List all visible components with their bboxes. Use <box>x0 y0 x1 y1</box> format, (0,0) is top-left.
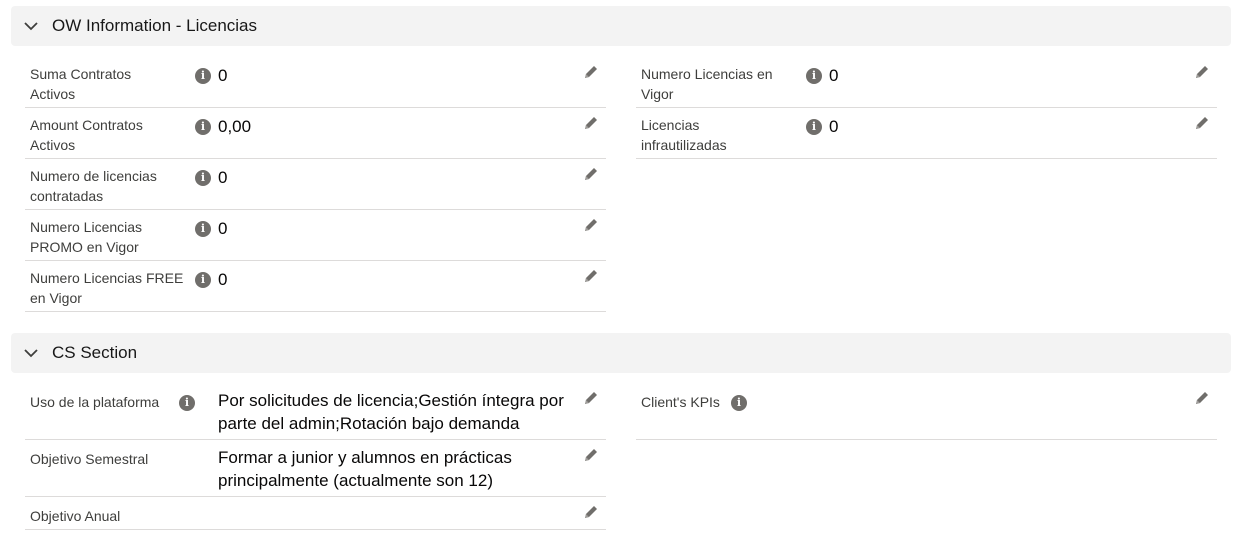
pencil-icon[interactable] <box>1193 114 1211 132</box>
info-icon[interactable]: i <box>195 221 211 237</box>
pencil-icon[interactable] <box>582 267 600 285</box>
pencil-icon[interactable] <box>582 446 600 464</box>
field-suma-contratos-activos: Suma Contratos Activos i 0 <box>25 57 606 108</box>
pencil-icon[interactable] <box>582 63 600 81</box>
field-label: Vigor <box>641 86 674 102</box>
section-header-cs-section[interactable]: CS Section <box>11 333 1231 373</box>
info-icon[interactable]: i <box>195 170 211 186</box>
field-label: Uso de la plataforma <box>30 394 160 410</box>
field-value: 0 <box>218 270 228 289</box>
field-label: infrautilizadas <box>641 137 727 153</box>
field-value: Formar a junior y alumnos en prácticas <box>218 448 512 467</box>
pencil-icon[interactable] <box>582 389 600 407</box>
chevron-down-icon[interactable] <box>23 18 39 34</box>
info-icon[interactable]: i <box>195 68 211 84</box>
field-label: Client's KPIs <box>641 394 720 410</box>
field-label: Amount Contratos <box>30 117 143 133</box>
field-numero-licencias-free: Numero Licencias FREE en Vigor i 0 <box>25 261 606 312</box>
chevron-down-icon[interactable] <box>23 345 39 361</box>
field-label: Numero Licencias <box>30 219 143 235</box>
field-label: Activos <box>30 86 76 102</box>
field-label: Numero Licencias FREE <box>30 270 184 286</box>
field-value: parte del admin;Rotación bajo demanda <box>218 414 520 433</box>
field-label: Activos <box>30 137 76 153</box>
field-clients-kpis: Client's KPIs i <box>636 382 1217 440</box>
field-numero-licencias-promo: Numero Licencias PROMO en Vigor i 0 <box>25 210 606 261</box>
field-label: Numero Licencias en <box>641 66 773 82</box>
info-icon[interactable]: i <box>806 68 822 84</box>
field-label: PROMO en Vigor <box>30 239 139 255</box>
pencil-icon[interactable] <box>582 165 600 183</box>
field-value: 0 <box>218 66 228 85</box>
field-amount-contratos-activos: Amount Contratos Activos i 0,00 <box>25 108 606 159</box>
info-icon[interactable]: i <box>179 395 195 411</box>
field-value: Por solicitudes de licencia;Gestión ínte… <box>218 391 564 410</box>
info-icon[interactable]: i <box>806 119 822 135</box>
info-icon[interactable]: i <box>195 119 211 135</box>
field-value: 0 <box>829 117 839 136</box>
section-header-ow-information[interactable]: OW Information - Licencias <box>11 6 1231 46</box>
section-title: CS Section <box>52 343 138 362</box>
field-label: Objetivo Semestral <box>30 451 149 467</box>
field-label: Suma Contratos <box>30 66 132 82</box>
field-value: 0 <box>218 219 228 238</box>
pencil-icon[interactable] <box>582 114 600 132</box>
field-objetivo-semestral: Objetivo Semestral Formar a junior y alu… <box>25 440 606 497</box>
field-uso-de-la-plataforma: Uso de la plataforma i Por solicitudes d… <box>25 382 606 440</box>
field-value: 0 <box>218 168 228 187</box>
info-icon[interactable]: i <box>731 395 747 411</box>
pencil-icon[interactable] <box>582 503 600 521</box>
field-label: Objetivo Anual <box>30 508 121 524</box>
pencil-icon[interactable] <box>1193 63 1211 81</box>
pencil-icon[interactable] <box>1193 389 1211 407</box>
section-title: OW Information - Licencias <box>52 16 258 35</box>
field-value: 0,00 <box>218 117 252 136</box>
field-label: contratadas <box>30 188 104 204</box>
field-licencias-infrautilizadas: Licencias infrautilizadas i 0 <box>636 108 1217 159</box>
field-label: en Vigor <box>30 290 82 306</box>
field-label: Licencias <box>641 117 700 133</box>
field-value: principalmente (actualmente son 12) <box>218 471 493 490</box>
info-icon[interactable]: i <box>195 272 211 288</box>
field-value: 0 <box>829 66 839 85</box>
pencil-icon[interactable] <box>582 216 600 234</box>
field-numero-licencias-contratadas: Numero de licencias contratadas i 0 <box>25 159 606 210</box>
field-objetivo-anual: Objetivo Anual <box>25 497 606 530</box>
field-label: Numero de licencias <box>30 168 157 184</box>
field-numero-licencias-en-vigor: Numero Licencias en Vigor i 0 <box>636 57 1217 108</box>
